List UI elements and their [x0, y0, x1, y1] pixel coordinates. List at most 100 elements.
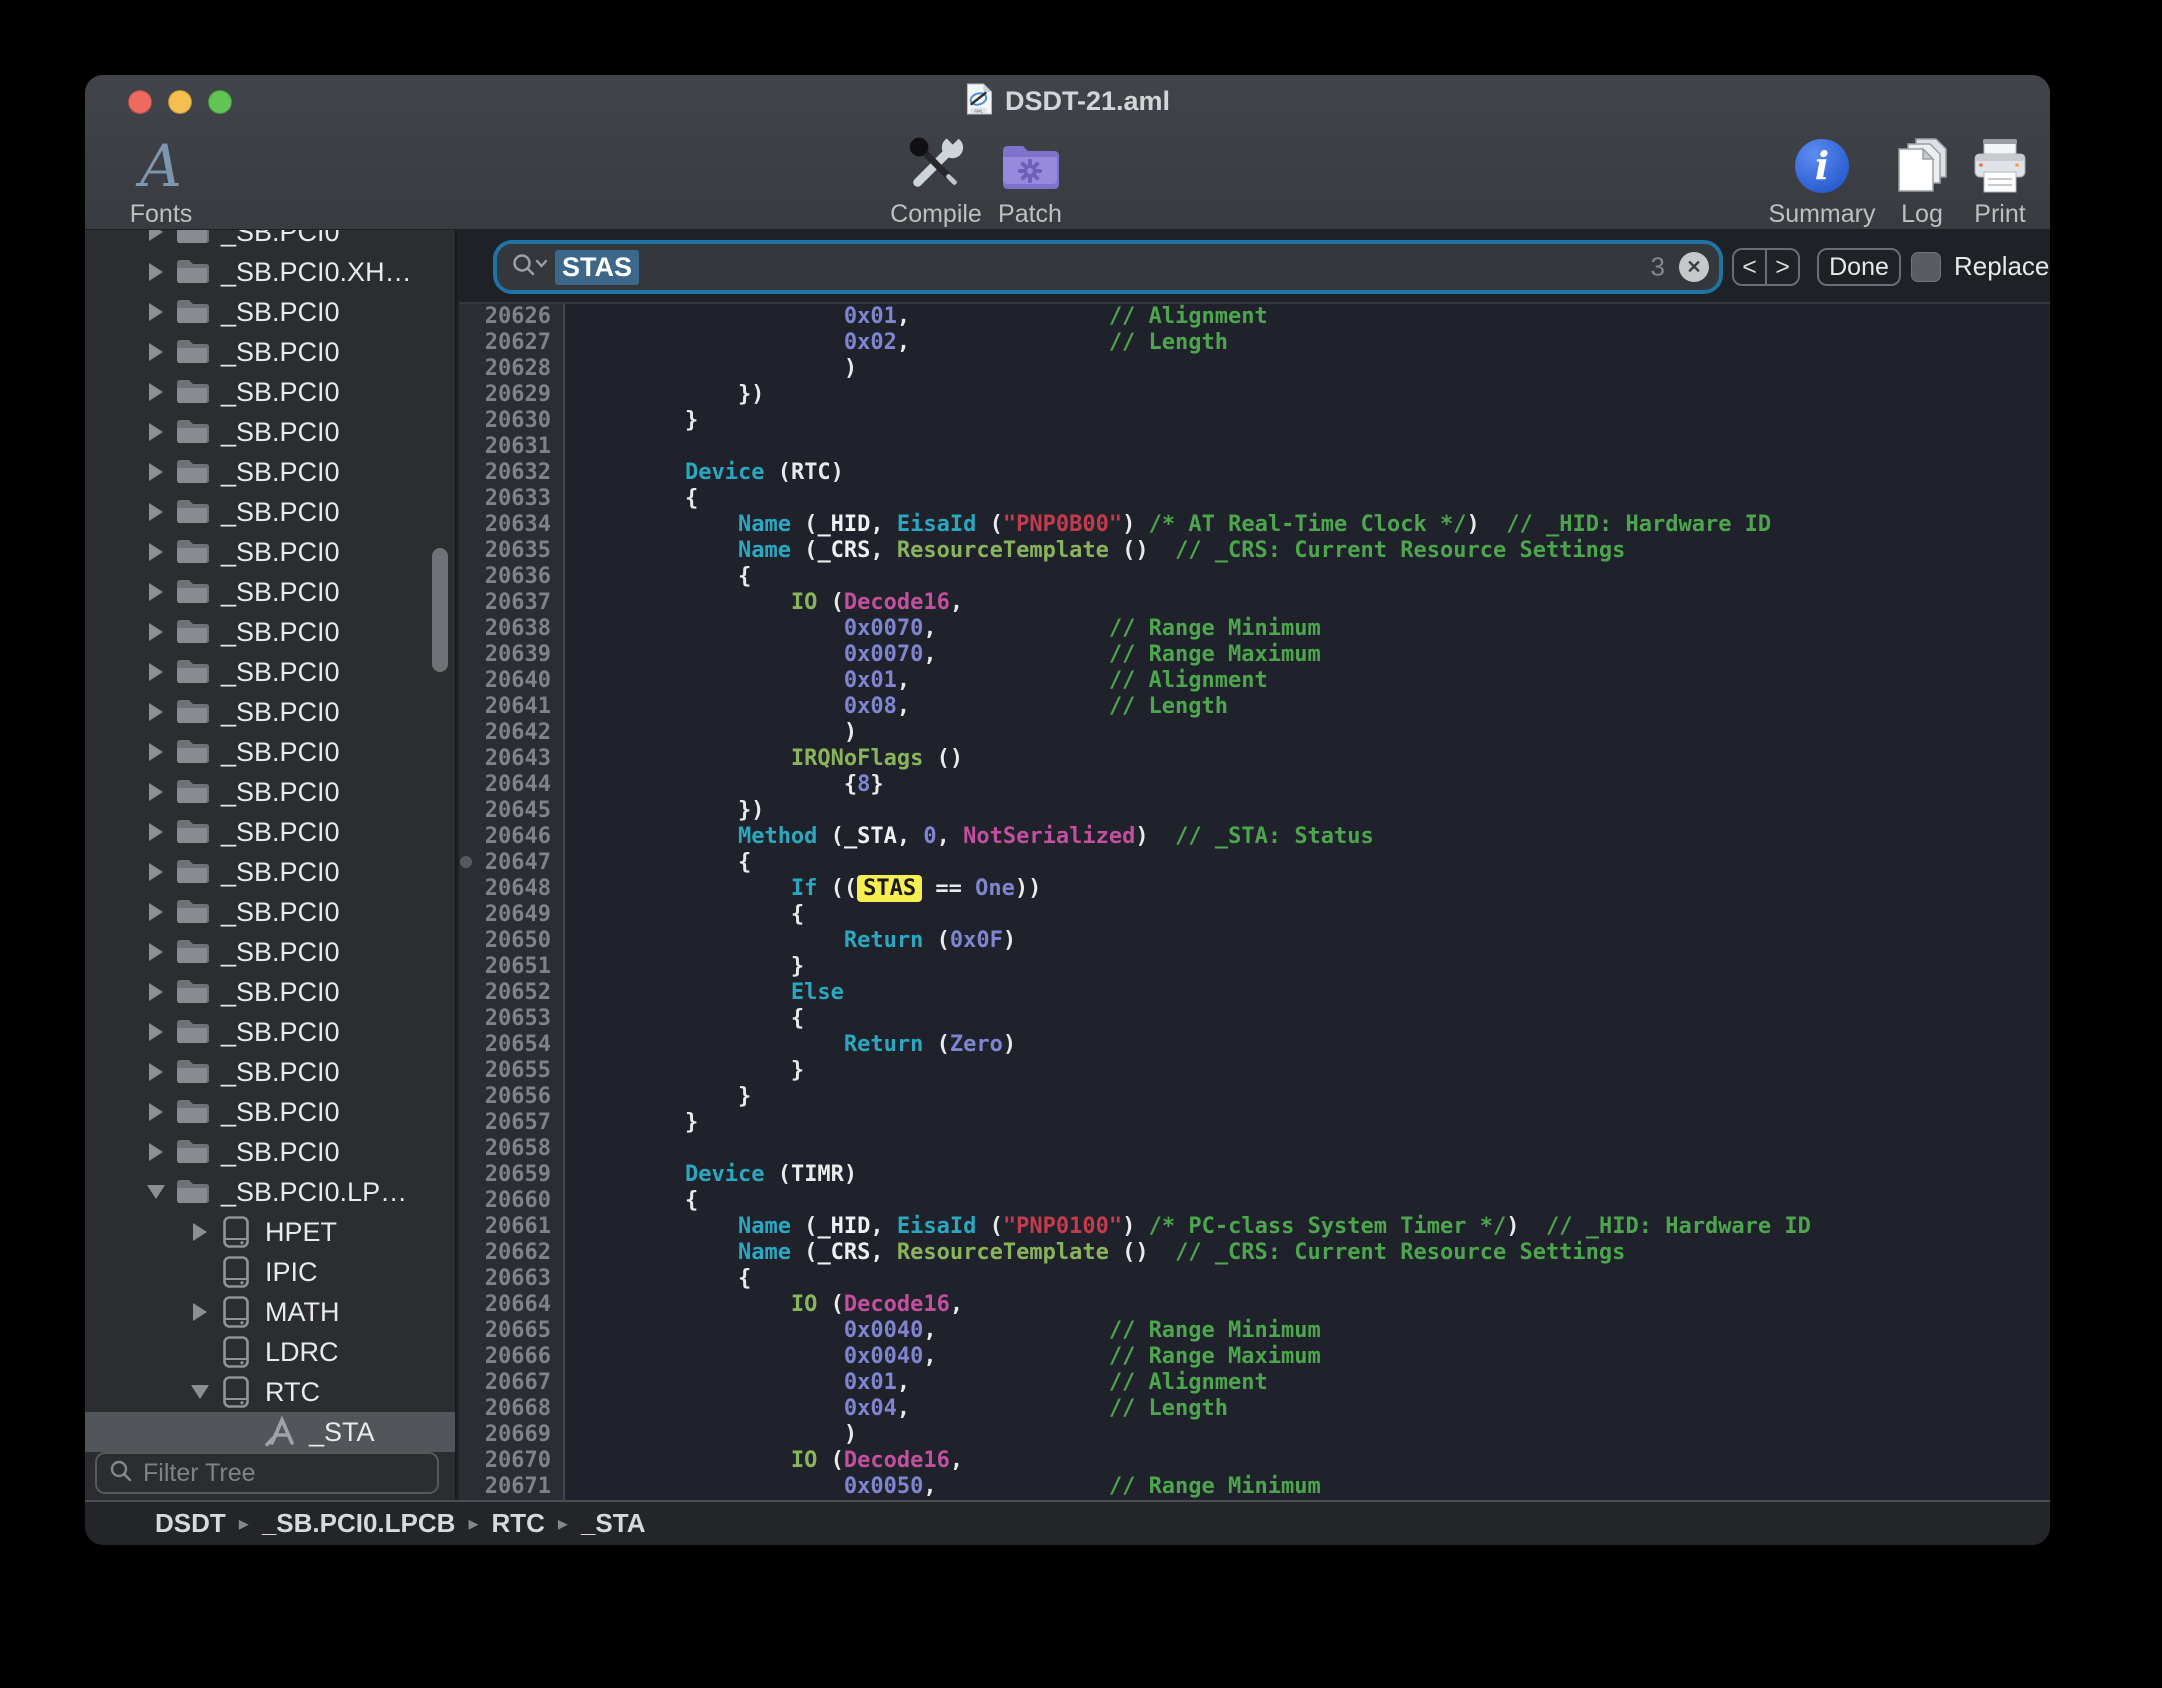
disclosure-right-icon[interactable]	[187, 1303, 213, 1321]
sidebar-item-sb-pci0[interactable]: _SB.PCI0	[85, 812, 455, 852]
sidebar-item-sb-pci0[interactable]: _SB.PCI0	[85, 572, 455, 612]
code-line-20654[interactable]: Return (Zero)	[579, 1032, 2050, 1058]
disclosure-right-icon[interactable]	[143, 383, 169, 401]
code-line-20660[interactable]: {	[579, 1188, 2050, 1214]
disclosure-right-icon[interactable]	[143, 1063, 169, 1081]
sidebar-item-sb-pci0[interactable]: _SB.PCI0	[85, 1092, 455, 1132]
filter-tree-input[interactable]: Filter Tree	[95, 1452, 439, 1494]
code-line-20643[interactable]: IRQNoFlags ()	[579, 746, 2050, 772]
find-next-button[interactable]: >	[1765, 250, 1798, 284]
code-line-20656[interactable]: }	[579, 1084, 2050, 1110]
code-line-20644[interactable]: {8}	[579, 772, 2050, 798]
disclosure-right-icon[interactable]	[143, 423, 169, 441]
disclosure-right-icon[interactable]	[143, 1143, 169, 1161]
code-line-20645[interactable]: })	[579, 798, 2050, 824]
sidebar-item-sb-pci0[interactable]: _SB.PCI0	[85, 652, 455, 692]
breadcrumb-item-rtc[interactable]: RTC	[491, 1508, 544, 1539]
code-line-20651[interactable]: }	[579, 954, 2050, 980]
disclosure-down-icon[interactable]	[143, 1185, 169, 1199]
code-line-20659[interactable]: Device (TIMR)	[579, 1162, 2050, 1188]
zoom-window-button[interactable]	[208, 90, 232, 114]
sidebar-item-sb-pci0[interactable]: _SB.PCI0	[85, 612, 455, 652]
disclosure-right-icon[interactable]	[143, 663, 169, 681]
disclosure-right-icon[interactable]	[143, 263, 169, 281]
code-line-20636[interactable]: {	[579, 564, 2050, 590]
find-input[interactable]: STAS 3 ✕	[497, 244, 1719, 290]
sidebar-item-sb-pci0[interactable]: _SB.PCI0	[85, 230, 455, 252]
sidebar-item-ldrc[interactable]: LDRC	[85, 1332, 455, 1372]
sidebar-item-sb-pci0[interactable]: _SB.PCI0	[85, 932, 455, 972]
sidebar-item-ipic[interactable]: IPIC	[85, 1252, 455, 1292]
code-line-20626[interactable]: 0x01, // Alignment	[579, 304, 2050, 330]
print-toolbar-button[interactable]: Print	[1935, 131, 2050, 229]
code-line-20646[interactable]: Method (_STA, 0, NotSerialized) // _STA:…	[579, 824, 2050, 850]
sidebar-item-sb-pci0[interactable]: _SB.PCI0	[85, 1132, 455, 1172]
disclosure-right-icon[interactable]	[143, 503, 169, 521]
code-line-20641[interactable]: 0x08, // Length	[579, 694, 2050, 720]
code-line-20640[interactable]: 0x01, // Alignment	[579, 668, 2050, 694]
code-line-20665[interactable]: 0x0040, // Range Minimum	[579, 1318, 2050, 1344]
disclosure-right-icon[interactable]	[143, 743, 169, 761]
sidebar-item-sb-pci0[interactable]: _SB.PCI0	[85, 412, 455, 452]
disclosure-right-icon[interactable]	[143, 543, 169, 561]
sidebar-item-sb-pci0-lp[interactable]: _SB.PCI0.LP…	[85, 1172, 455, 1212]
breadcrumb-item-dsdt[interactable]: DSDT	[155, 1508, 226, 1539]
disclosure-right-icon[interactable]	[143, 943, 169, 961]
sidebar-item-rtc[interactable]: RTC	[85, 1372, 455, 1412]
code-line-20661[interactable]: Name (_HID, EisaId ("PNP0100") /* PC-cla…	[579, 1214, 2050, 1240]
sidebar-item-sta[interactable]: _STA	[85, 1412, 455, 1452]
sidebar-item-math[interactable]: MATH	[85, 1292, 455, 1332]
code-line-20635[interactable]: Name (_CRS, ResourceTemplate () // _CRS:…	[579, 538, 2050, 564]
sidebar-scrollbar-thumb[interactable]	[432, 548, 448, 672]
disclosure-right-icon[interactable]	[143, 823, 169, 841]
sidebar-item-sb-pci0[interactable]: _SB.PCI0	[85, 532, 455, 572]
sidebar-item-sb-pci0[interactable]: _SB.PCI0	[85, 332, 455, 372]
disclosure-right-icon[interactable]	[143, 983, 169, 1001]
code-line-20670[interactable]: IO (Decode16,	[579, 1448, 2050, 1474]
sidebar-item-sb-pci0[interactable]: _SB.PCI0	[85, 732, 455, 772]
code-line-20663[interactable]: {	[579, 1266, 2050, 1292]
close-window-button[interactable]	[128, 90, 152, 114]
clear-search-icon[interactable]: ✕	[1679, 252, 1709, 282]
disclosure-right-icon[interactable]	[143, 903, 169, 921]
disclosure-down-icon[interactable]	[187, 1385, 213, 1399]
code-line-20652[interactable]: Else	[579, 980, 2050, 1006]
sidebar-item-hpet[interactable]: HPET	[85, 1212, 455, 1252]
code-line-20649[interactable]: {	[579, 902, 2050, 928]
code-line-20639[interactable]: 0x0070, // Range Maximum	[579, 642, 2050, 668]
code-line-20658[interactable]	[579, 1136, 2050, 1162]
disclosure-right-icon[interactable]	[143, 303, 169, 321]
done-button[interactable]: Done	[1817, 248, 1901, 286]
code-line-20664[interactable]: IO (Decode16,	[579, 1292, 2050, 1318]
sidebar-item-sb-pci0[interactable]: _SB.PCI0	[85, 292, 455, 332]
sidebar-item-sb-pci0[interactable]: _SB.PCI0	[85, 972, 455, 1012]
splitter-handle[interactable]	[460, 856, 472, 868]
code-line-20655[interactable]: }	[579, 1058, 2050, 1084]
code-line-20657[interactable]: }	[579, 1110, 2050, 1136]
code-line-20637[interactable]: IO (Decode16,	[579, 590, 2050, 616]
disclosure-right-icon[interactable]	[143, 583, 169, 601]
disclosure-right-icon[interactable]	[187, 1223, 213, 1241]
breadcrumb-item-sb-pci0-lpcb[interactable]: _SB.PCI0.LPCB	[262, 1508, 456, 1539]
disclosure-right-icon[interactable]	[143, 623, 169, 641]
fonts-toolbar-button[interactable]: A Fonts	[96, 131, 226, 229]
disclosure-right-icon[interactable]	[143, 343, 169, 361]
disclosure-right-icon[interactable]	[143, 230, 169, 241]
disclosure-right-icon[interactable]	[143, 463, 169, 481]
disclosure-right-icon[interactable]	[143, 783, 169, 801]
code-line-20648[interactable]: If ((STAS == One))	[579, 876, 2050, 902]
sidebar-item-sb-pci0[interactable]: _SB.PCI0	[85, 852, 455, 892]
code-line-20627[interactable]: 0x02, // Length	[579, 330, 2050, 356]
sidebar-item-sb-pci0[interactable]: _SB.PCI0	[85, 772, 455, 812]
code-line-20631[interactable]	[579, 434, 2050, 460]
code-line-20662[interactable]: Name (_CRS, ResourceTemplate () // _CRS:…	[579, 1240, 2050, 1266]
code-line-20628[interactable]: )	[579, 356, 2050, 382]
sidebar-item-sb-pci0[interactable]: _SB.PCI0	[85, 892, 455, 932]
sidebar-item-sb-pci0[interactable]: _SB.PCI0	[85, 1052, 455, 1092]
disclosure-right-icon[interactable]	[143, 703, 169, 721]
find-previous-button[interactable]: <	[1734, 250, 1765, 284]
breadcrumb-item-sta[interactable]: _STA	[581, 1508, 646, 1539]
minimize-window-button[interactable]	[168, 90, 192, 114]
code-line-20669[interactable]: )	[579, 1422, 2050, 1448]
code-line-20638[interactable]: 0x0070, // Range Minimum	[579, 616, 2050, 642]
